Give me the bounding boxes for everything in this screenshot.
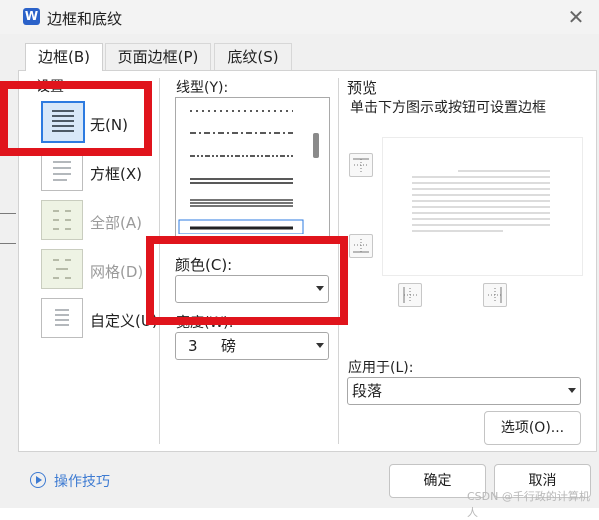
setting-grid-label: 网格(D) [90, 263, 144, 281]
width-unit: 磅 [221, 337, 237, 355]
width-value: 3 [188, 337, 198, 355]
settings-label: 设置 [36, 79, 64, 95]
color-dropdown[interactable] [175, 275, 329, 303]
line-style-scrollbar[interactable] [313, 133, 319, 158]
wps-writer-icon: W [23, 8, 40, 25]
setting-custom-icon[interactable] [41, 298, 83, 338]
setting-none-label[interactable]: 无(N) [90, 114, 128, 135]
background-fragment [0, 213, 16, 214]
setting-box-icon[interactable] [41, 151, 83, 191]
bottom-border-button[interactable] [349, 234, 373, 258]
dialog-title: 边框和底纹 [47, 10, 123, 28]
background-fragment [0, 243, 16, 244]
preview-area[interactable] [382, 137, 583, 276]
setting-all-label: 全部(A) [90, 214, 142, 232]
left-border-button[interactable] [398, 283, 422, 307]
line-style-label: 线型(Y): [176, 80, 229, 96]
chevron-down-icon [316, 286, 324, 291]
tab-shading[interactable]: 底纹(S) [214, 43, 292, 71]
divider [159, 78, 160, 444]
width-dropdown[interactable]: 3 磅 [175, 332, 329, 360]
setting-custom-label[interactable]: 自定义(U) [90, 310, 158, 331]
line-style-samples[interactable] [176, 98, 312, 234]
setting-none-icon[interactable] [41, 101, 85, 143]
preview-paragraph [412, 170, 550, 232]
setting-grid-icon [41, 249, 83, 289]
apply-to-dropdown[interactable]: 段落 [347, 377, 581, 405]
setting-box-label[interactable]: 方框(X) [90, 163, 142, 184]
tab-page-border[interactable]: 页面边框(P) [105, 43, 211, 71]
close-icon[interactable]: ✕ [566, 7, 586, 27]
tab-borders[interactable]: 边框(B) [25, 43, 103, 71]
chevron-down-icon [316, 343, 324, 348]
title-bar: W 边框和底纹 ✕ [0, 0, 599, 34]
apply-to-value: 段落 [352, 382, 383, 400]
options-button[interactable]: 选项(O)... [484, 411, 581, 445]
divider [338, 78, 339, 444]
preview-hint: 单击下方图示或按钮可设置边框 [350, 100, 546, 116]
width-label: 宽度(W): [176, 315, 234, 331]
top-border-button[interactable] [349, 153, 373, 177]
apply-to-label: 应用于(L): [348, 360, 414, 376]
play-circle-icon[interactable] [30, 472, 46, 488]
right-border-button[interactable] [483, 283, 507, 307]
watermark: CSDN @千行政的计算机人 [467, 490, 590, 519]
color-label: 颜色(C): [175, 256, 233, 274]
preview-label: 预览 [347, 79, 378, 97]
chevron-down-icon [568, 388, 576, 393]
tips-link[interactable]: 操作技巧 [54, 471, 110, 491]
borders-and-shading-dialog: W 边框和底纹 ✕ 边框(B) 页面边框(P) 底纹(S) 设置 无(N) 方框… [0, 0, 599, 519]
setting-all-icon [41, 200, 83, 240]
